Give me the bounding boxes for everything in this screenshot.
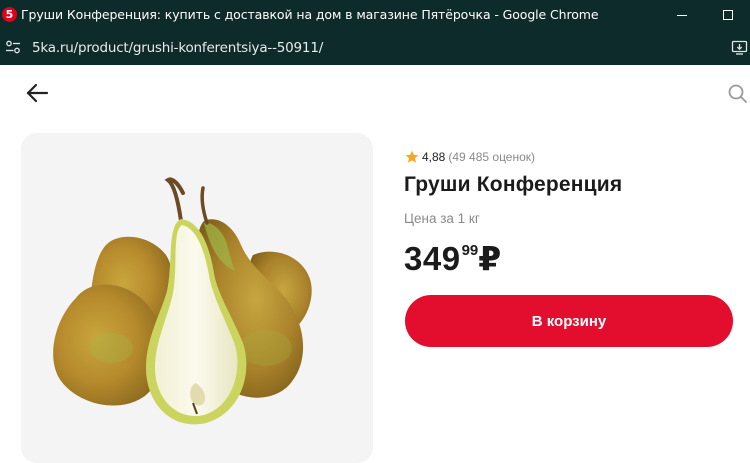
tune-icon[interactable] xyxy=(5,39,21,55)
maximize-icon[interactable] xyxy=(718,5,738,25)
product-title: Груши Конференция xyxy=(404,173,623,196)
site-favicon: 5 xyxy=(2,7,17,22)
url-field[interactable]: 5ka.ru/product/grushi-konferentsiya--509… xyxy=(32,40,323,56)
currency-symbol: ₽ xyxy=(478,240,502,277)
rating-row[interactable]: 4,88 (49 485 оценок) xyxy=(405,149,535,165)
price-kopecks: 99 xyxy=(461,242,479,259)
product-price: 34999₽ xyxy=(404,239,501,279)
price-rubles: 349 xyxy=(404,240,461,277)
window-title: Груши Конференция: купить с доставкой на… xyxy=(21,7,599,22)
product-image-card xyxy=(21,133,373,463)
install-app-icon[interactable] xyxy=(731,39,748,56)
star-icon xyxy=(405,150,419,163)
arrow-left-icon[interactable] xyxy=(25,82,49,104)
price-unit-label: Цена за 1 кг xyxy=(404,211,480,226)
minimize-icon[interactable] xyxy=(672,5,692,25)
search-icon[interactable] xyxy=(727,83,749,105)
rating-count: (49 485 оценок) xyxy=(448,150,536,164)
rating-value: 4,88 xyxy=(422,150,446,164)
product-image xyxy=(53,177,312,425)
add-to-cart-button[interactable]: В корзину xyxy=(405,295,733,347)
browser-title-bar: 5 Груши Конференция: купить с доставкой … xyxy=(0,0,750,30)
